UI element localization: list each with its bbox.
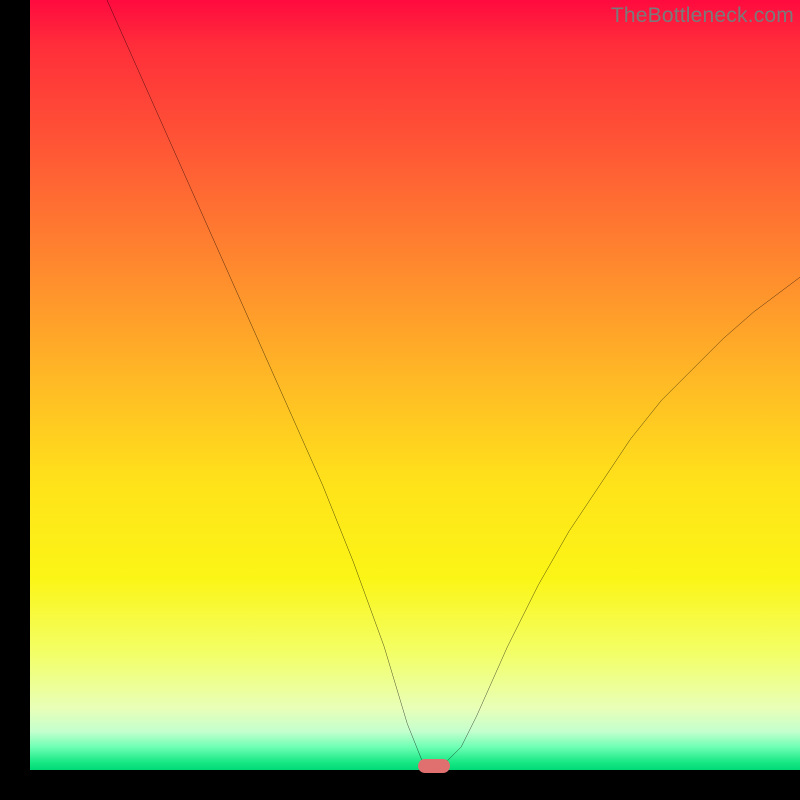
optimum-marker xyxy=(418,759,450,773)
bottleneck-curve xyxy=(30,0,800,770)
watermark-text: TheBottleneck.com xyxy=(611,4,794,28)
chart-frame: TheBottleneck.com xyxy=(30,0,800,770)
